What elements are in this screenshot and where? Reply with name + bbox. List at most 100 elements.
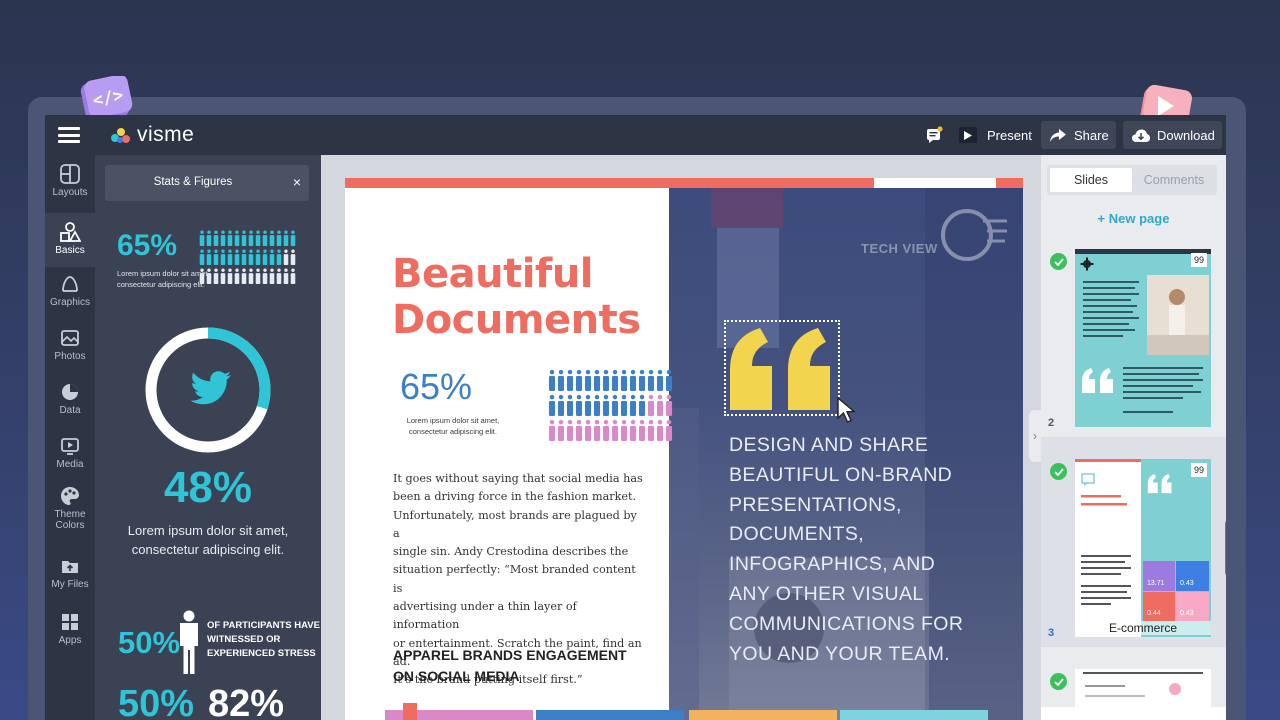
person-icon (656, 394, 664, 416)
person-icon (220, 268, 226, 284)
apparel-heading[interactable]: APPAREL BRANDS ENGAGEMENT ON SOCIAL MEDI… (393, 645, 643, 687)
headline-line: Beautiful (392, 251, 594, 297)
slide-thumbnail-3[interactable]: 99 13.71 0.43 0.44 0.43 E-commerce (1075, 459, 1211, 637)
rail-label-data: Data (59, 405, 81, 416)
thumb-icon (1081, 473, 1095, 486)
person-icon (180, 610, 198, 674)
stat-widget-50-stress[interactable]: 50% OF PARTICIPANTS HAVE WITNESSED OR EX… (95, 595, 321, 675)
document-people-icon-grid[interactable] (548, 369, 678, 445)
rail-label-apps: Apps (58, 635, 82, 646)
slides-panel: Slides Comments + New page 99 2 99 13.71… (1041, 155, 1226, 720)
slide-thumbnail-2[interactable]: 99 (1075, 249, 1211, 427)
collapse-handle[interactable]: › (1029, 410, 1041, 462)
person-icon (227, 230, 233, 246)
comments-icon[interactable] (926, 126, 944, 144)
person-icon (248, 249, 254, 265)
person-icon (248, 268, 254, 284)
stat-widget-50-82[interactable]: 50% 82% (95, 683, 321, 720)
bottom-bar-blue (536, 710, 684, 720)
metric-value: 13.71 (1147, 580, 1165, 587)
person-icon (566, 394, 574, 416)
tagline-line: INFOGRAPHICS, AND (729, 553, 936, 576)
menu-icon[interactable] (58, 127, 80, 143)
person-icon (602, 369, 610, 391)
person-icon (269, 249, 275, 265)
person-icon (602, 394, 610, 416)
person-icon (665, 394, 673, 416)
new-page-button[interactable]: + New page (1041, 211, 1226, 226)
person-icon (206, 230, 212, 246)
person-icon (647, 369, 655, 391)
tab-slides[interactable]: Slides (1050, 168, 1132, 192)
caption-line: WITNESSED OR (207, 634, 281, 645)
document-stat-value[interactable]: 65% (400, 367, 472, 407)
slides-tabs: Slides Comments (1047, 165, 1217, 195)
share-button[interactable]: Share (1041, 121, 1116, 149)
person-icon (665, 369, 673, 391)
person-icon (283, 230, 289, 246)
tagline-text[interactable]: DESIGN AND SHARE BEAUTIFUL ON-BRAND PRES… (729, 431, 969, 669)
rail-item-media[interactable]: Media (45, 435, 95, 483)
rail-item-theme-colors[interactable]: Theme Colors (45, 485, 95, 547)
slides-scrollbar[interactable] (1225, 521, 1226, 575)
graphics-icon (62, 276, 78, 292)
check-icon (1050, 463, 1067, 480)
person-icon (227, 249, 233, 265)
metric-value: 0.43 (1180, 580, 1194, 587)
metric-tile: 0.43 (1176, 561, 1209, 591)
stat-widget-65[interactable]: 65% Lorem ipsum dolor sit amet, consecte… (107, 227, 307, 293)
mouse-cursor-icon (837, 396, 856, 423)
close-icon[interactable]: × (293, 174, 301, 190)
person-icon (255, 230, 261, 246)
person-icon (575, 419, 583, 441)
tab-comments[interactable]: Comments (1133, 168, 1215, 192)
person-icon (213, 268, 219, 284)
thumb-text-lines (1083, 281, 1139, 337)
person-icon (611, 419, 619, 441)
body-line: Unfortunately, most brands are plagued b… (393, 508, 637, 540)
selected-quote-element[interactable] (724, 320, 840, 416)
media-icon (61, 438, 79, 455)
rail-item-layouts[interactable]: Layouts (45, 163, 95, 211)
people-icon-grid (199, 230, 296, 284)
rail-item-data[interactable]: Data (45, 381, 95, 429)
person-icon (584, 394, 592, 416)
quote-icon (1082, 368, 1113, 393)
person-icon (276, 268, 282, 284)
thumb-accent (1075, 459, 1141, 462)
download-button[interactable]: Download (1123, 121, 1222, 149)
download-label: Download (1157, 127, 1215, 143)
stat-widget-48[interactable]: 48% Lorem ipsum dolor sit amet, consecte… (95, 325, 321, 565)
rail-label-my-files: My Files (51, 579, 89, 590)
caption-line: OF PARTICIPANTS HAVE (207, 620, 320, 631)
person-icon (629, 394, 637, 416)
person-icon (241, 249, 247, 265)
person-icon (593, 369, 601, 391)
rail-item-graphics[interactable]: Graphics (45, 273, 95, 321)
rail-item-my-files[interactable]: My Files (45, 555, 95, 603)
person-icon (276, 249, 282, 265)
document-headline[interactable]: Beautiful Documents (392, 251, 641, 343)
person-icon (290, 230, 296, 246)
caption-line: consectetur adipiscing elit. (409, 426, 497, 436)
cloud-download-icon (1132, 129, 1150, 142)
person-icon (213, 230, 219, 246)
watermark-logo-icon (941, 209, 1007, 261)
person-icon (199, 249, 205, 265)
rail-item-photos[interactable]: Photos (45, 327, 95, 375)
slide-thumbnail-4[interactable] (1075, 669, 1211, 709)
thumb-text-lines (1081, 495, 1127, 506)
rail-label-layouts: Layouts (52, 187, 88, 198)
person-icon (227, 268, 233, 284)
person-icon (557, 394, 565, 416)
share-icon (1050, 128, 1066, 142)
tagline-line: PRESENTATIONS, (729, 493, 902, 516)
rail-item-apps[interactable]: Apps (45, 611, 95, 659)
person-icon (665, 419, 673, 441)
person-icon (638, 394, 646, 416)
person-icon (584, 369, 592, 391)
rail-item-basics[interactable]: Basics (45, 213, 95, 267)
present-button[interactable]: Present (955, 121, 1043, 149)
metric-tile: 13.71 (1143, 561, 1175, 591)
rail-label-photos: Photos (54, 351, 86, 362)
